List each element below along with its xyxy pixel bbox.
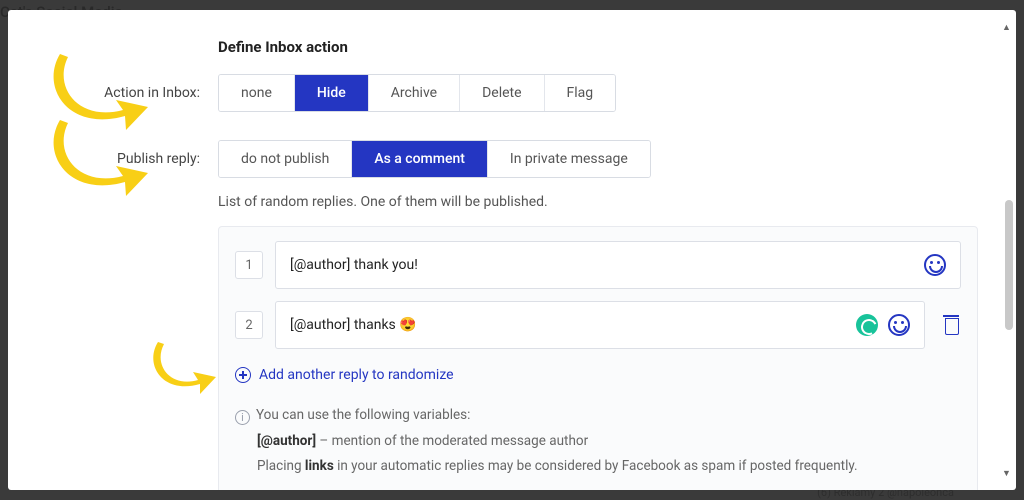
hint-var-desc: – mention of the moderated message autho… — [316, 433, 588, 449]
publish-reply-label: Publish reply: — [48, 151, 218, 167]
reply-input[interactable]: [@author] thanks 😍 — [275, 301, 925, 349]
scrollbar-thumb[interactable] — [1005, 200, 1013, 330]
publish-reply-row: Publish reply: do not publish As a comme… — [48, 140, 976, 178]
publish-option-as-comment[interactable]: As a comment — [352, 141, 488, 177]
action-in-inbox-row: Action in Inbox: none Hide Archive Delet… — [48, 74, 976, 112]
scroll-up-arrow[interactable]: ▲ — [1002, 22, 1012, 32]
section-title: Define Inbox action — [218, 38, 976, 56]
plus-circle-icon — [235, 367, 251, 383]
reply-list-intro: List of random replies. One of them will… — [218, 194, 976, 210]
reply-index: 1 — [235, 251, 263, 279]
action-option-archive[interactable]: Archive — [369, 75, 460, 111]
hint-line1: You can use the following variables: — [256, 407, 470, 423]
emoji-picker-icon[interactable] — [888, 314, 910, 336]
action-in-inbox-group: none Hide Archive Delete Flag — [218, 74, 616, 112]
publish-option-do-not-publish[interactable]: do not publish — [219, 141, 352, 177]
reply-list-container: 1 [@author] thank you! 2 [@author] thank… — [218, 226, 978, 490]
reply-row: 1 [@author] thank you! — [235, 241, 961, 289]
hint-line3a: Placing — [257, 458, 305, 474]
info-icon: i — [235, 410, 250, 425]
action-option-none[interactable]: none — [219, 75, 295, 111]
publish-reply-group: do not publish As a comment In private m… — [218, 140, 651, 178]
action-option-flag[interactable]: Flag — [545, 75, 616, 111]
hint-var-token: [@author] — [257, 433, 316, 449]
action-option-hide[interactable]: Hide — [295, 75, 369, 111]
add-another-reply-button[interactable]: Add another reply to randomize — [235, 367, 961, 383]
reply-row: 2 [@author] thanks 😍 — [235, 301, 961, 349]
reply-text: [@author] thank you! — [290, 257, 418, 273]
reply-input[interactable]: [@author] thank you! — [275, 241, 961, 289]
define-inbox-action-modal: ▲ ▼ Define Inbox action Action in Inbox:… — [8, 10, 1016, 490]
reply-text: [@author] thanks 😍 — [290, 317, 417, 333]
action-in-inbox-label: Action in Inbox: — [48, 85, 218, 101]
reply-index: 2 — [235, 311, 263, 339]
grammarly-icon[interactable] — [856, 314, 878, 336]
variables-hint: i You can use the following variables: [@… — [235, 403, 961, 480]
add-another-label: Add another reply to randomize — [259, 367, 454, 383]
publish-option-private-message[interactable]: In private message — [488, 141, 650, 177]
action-option-delete[interactable]: Delete — [460, 75, 544, 111]
hint-line3b: links — [305, 458, 334, 474]
emoji-picker-icon[interactable] — [924, 254, 946, 276]
delete-reply-icon[interactable] — [943, 315, 961, 335]
hint-line3c: in your automatic replies may be conside… — [334, 458, 858, 474]
scroll-down-arrow[interactable]: ▼ — [1002, 468, 1012, 478]
